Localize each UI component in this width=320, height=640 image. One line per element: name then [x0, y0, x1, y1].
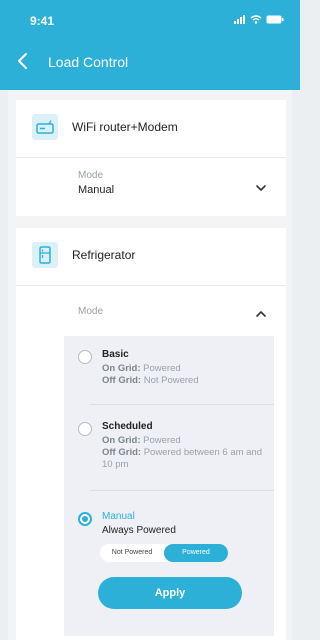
radio-manual[interactable]	[78, 512, 92, 526]
system-icons	[234, 15, 284, 24]
mode-label: Mode	[78, 306, 104, 317]
chevron-left-icon	[18, 53, 27, 69]
power-toggle[interactable]: Not Powered Powered	[100, 544, 228, 562]
on-grid-value: Powered	[143, 435, 181, 446]
device-card-refrigerator: Refrigerator Mode Basic On Grid: Powered…	[16, 228, 286, 640]
on-grid-value: Powered	[143, 363, 181, 374]
back-button[interactable]	[16, 50, 36, 72]
status-bar: 9:41	[0, 0, 300, 40]
on-grid-line: On Grid: Powered	[102, 363, 272, 375]
router-icon	[32, 114, 58, 140]
device-name: Refrigerator	[72, 248, 136, 262]
device-card-router: WiFi router+Modem Mode Manual	[16, 100, 286, 216]
off-grid-line: Off Grid: Powered between 6 am and 10 pm	[102, 447, 272, 471]
signal-icon	[234, 15, 245, 24]
option-divider	[90, 490, 274, 491]
refrigerator-icon	[32, 242, 58, 268]
mode-label: Mode	[78, 170, 104, 181]
divider	[16, 285, 286, 286]
mode-options-panel: Basic On Grid: Powered Off Grid: Not Pow…	[64, 336, 274, 636]
option-divider	[90, 404, 274, 405]
status-time: 9:41	[30, 14, 55, 28]
option-title: Scheduled	[102, 421, 153, 432]
device-name: WiFi router+Modem	[72, 120, 178, 134]
divider	[16, 157, 286, 158]
expand-toggle[interactable]	[254, 180, 268, 191]
on-grid-label: On Grid:	[102, 363, 141, 374]
battery-icon	[266, 15, 284, 24]
on-grid-line: On Grid: Powered	[102, 435, 272, 447]
option-scheduled[interactable]: Scheduled On Grid: Powered Off Grid: Pow…	[64, 406, 274, 486]
off-grid-label: Off Grid:	[102, 447, 142, 458]
off-grid-label: Off Grid:	[102, 375, 142, 386]
chevron-up-icon	[256, 311, 266, 317]
nav-bar: Load Control	[0, 44, 300, 80]
radio-scheduled[interactable]	[78, 422, 92, 436]
chevron-down-icon	[256, 185, 266, 191]
radio-basic[interactable]	[78, 350, 92, 364]
toggle-not-powered[interactable]: Not Powered	[100, 544, 164, 562]
option-title: Basic	[102, 349, 129, 360]
option-title: Manual	[102, 511, 135, 522]
apply-button[interactable]: Apply	[98, 577, 242, 609]
option-basic[interactable]: Basic On Grid: Powered Off Grid: Not Pow…	[64, 336, 274, 396]
on-grid-label: On Grid:	[102, 435, 141, 446]
option-subtitle: Always Powered	[102, 525, 176, 536]
off-grid-line: Off Grid: Not Powered	[102, 375, 272, 387]
page-title: Load Control	[48, 54, 129, 70]
mode-value: Manual	[78, 184, 115, 196]
device-header: Refrigerator	[16, 228, 286, 284]
device-header: WiFi router+Modem	[16, 100, 286, 156]
wifi-icon	[250, 15, 262, 24]
app-header: 9:41 Load Control	[0, 0, 300, 90]
toggle-powered[interactable]: Powered	[164, 544, 228, 562]
collapse-toggle[interactable]	[254, 306, 268, 317]
off-grid-value: Not Powered	[143, 375, 199, 386]
